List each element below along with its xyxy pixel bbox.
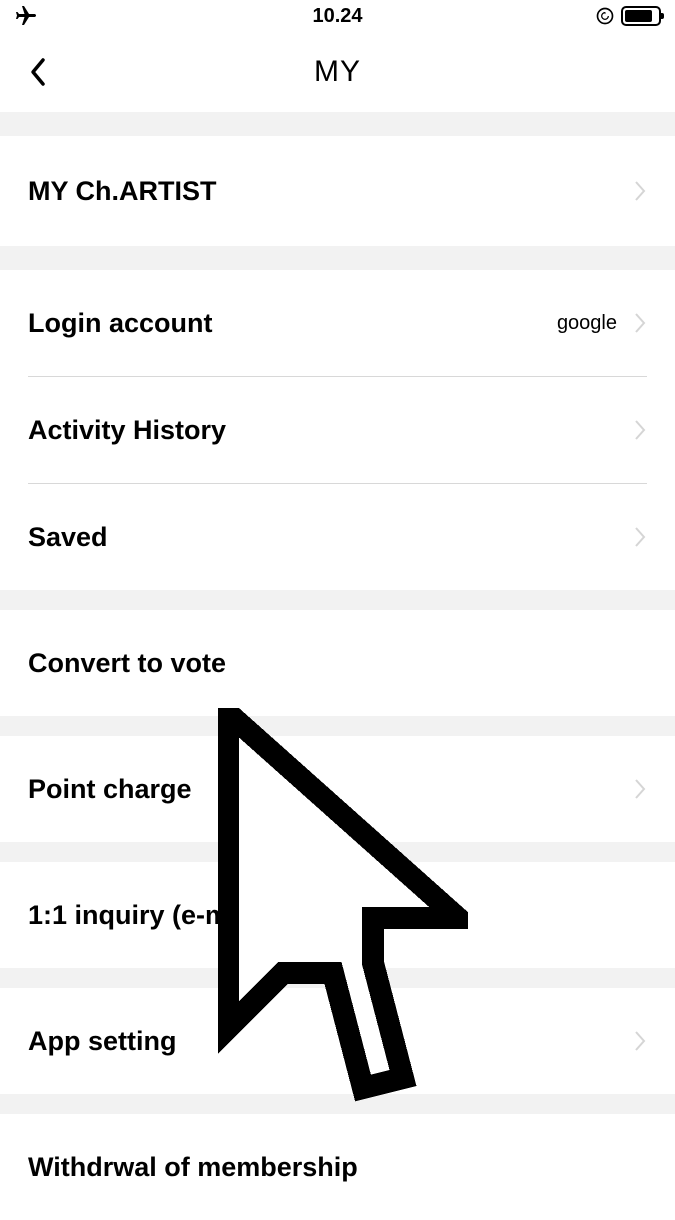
- battery-icon: [621, 6, 661, 26]
- menu-saved[interactable]: Saved: [0, 484, 675, 590]
- chevron-left-icon: [28, 57, 48, 87]
- menu-inquiry[interactable]: 1:1 inquiry (e-mail): [0, 862, 675, 968]
- menu-label: Withdrwal of membership: [28, 1152, 358, 1183]
- menu-app-setting[interactable]: App setting: [0, 988, 675, 1094]
- menu-label: 1:1 inquiry (e-mail): [28, 900, 268, 931]
- menu-label: Login account: [28, 308, 213, 339]
- rotation-lock-icon: [595, 6, 615, 26]
- page-header: MY: [0, 32, 675, 112]
- menu-value: google: [557, 312, 617, 335]
- airplane-mode-icon: [14, 4, 38, 28]
- menu-label: Saved: [28, 522, 108, 553]
- menu-label: Activity History: [28, 415, 226, 446]
- back-button[interactable]: [18, 52, 58, 92]
- menu-label: Point charge: [28, 774, 192, 805]
- chevron-right-icon: [633, 1030, 647, 1052]
- status-right: [595, 6, 661, 26]
- menu-label: App setting: [28, 1026, 177, 1057]
- section-divider: [0, 968, 675, 988]
- menu-label: Convert to vote: [28, 648, 226, 679]
- menu-my-artist[interactable]: MY Ch.ARTIST: [0, 136, 675, 246]
- chevron-right-icon: [633, 312, 647, 334]
- menu-convert-to-vote[interactable]: Convert to vote: [0, 610, 675, 716]
- status-bar: 10.24: [0, 0, 675, 32]
- menu-withdrawal[interactable]: Withdrwal of membership: [0, 1114, 675, 1220]
- status-left: [14, 4, 38, 28]
- section-divider: [0, 590, 675, 610]
- page-title: MY: [314, 55, 361, 89]
- chevron-right-icon: [633, 526, 647, 548]
- section-divider: [0, 112, 675, 136]
- section-divider: [0, 246, 675, 270]
- menu-login-account[interactable]: Login account google: [0, 270, 675, 376]
- section-divider: [0, 1094, 675, 1114]
- menu-point-charge[interactable]: Point charge: [0, 736, 675, 842]
- menu-activity-history[interactable]: Activity History: [0, 377, 675, 483]
- chevron-right-icon: [633, 419, 647, 441]
- section-divider: [0, 842, 675, 862]
- menu-label: MY Ch.ARTIST: [28, 176, 217, 207]
- chevron-right-icon: [633, 778, 647, 800]
- status-time: 10.24: [312, 5, 362, 28]
- chevron-right-icon: [633, 180, 647, 202]
- section-divider: [0, 716, 675, 736]
